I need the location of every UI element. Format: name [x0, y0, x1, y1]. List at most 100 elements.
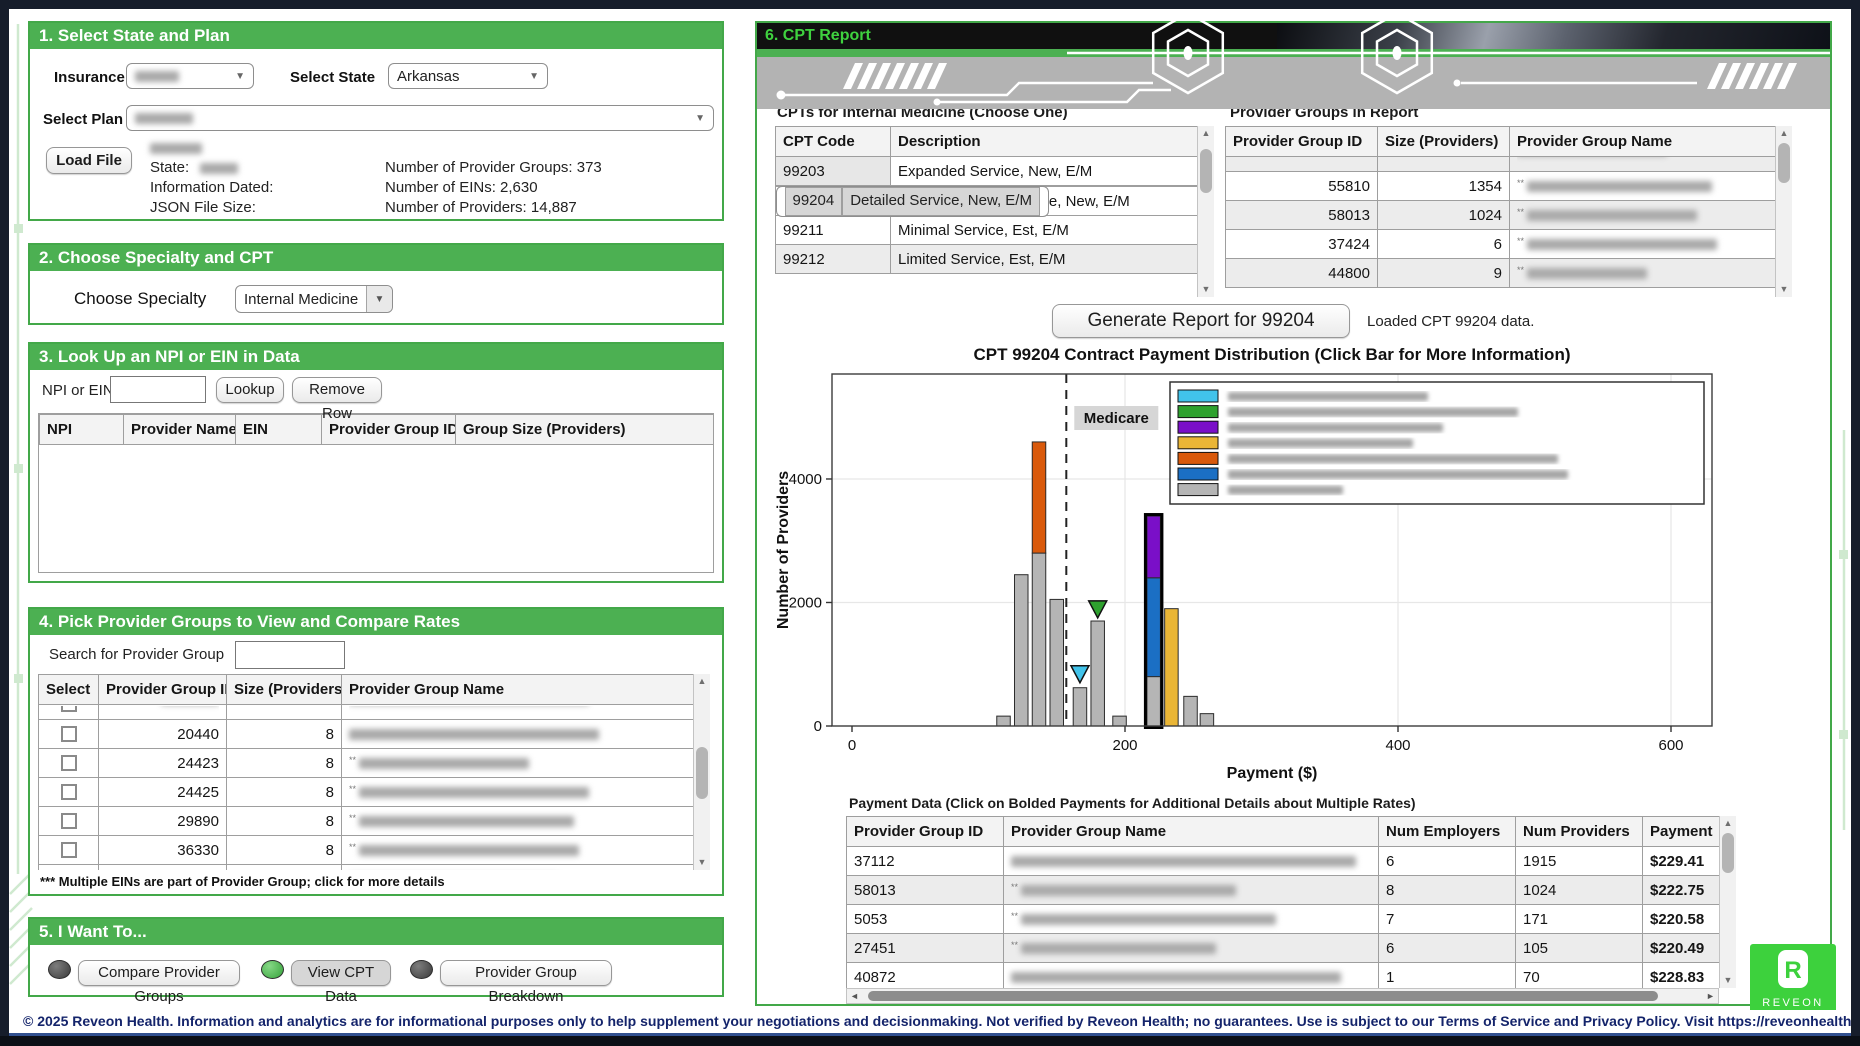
- plan-select[interactable]: ▼: [126, 105, 714, 131]
- cpt-row[interactable]: 99212Limited Service, Est, E/M: [776, 245, 1198, 274]
- histogram-bar-gray[interactable]: [1050, 599, 1064, 726]
- group-name-cell: [342, 720, 694, 749]
- state-select[interactable]: Arkansas ▼: [388, 63, 548, 89]
- scrollbar-vertical[interactable]: ▲ ▼: [1197, 126, 1214, 297]
- provider-group-row[interactable]: 448009**: [1226, 259, 1776, 288]
- num-provider-groups: Number of Provider Groups: 373: [385, 159, 602, 176]
- num-employers-cell: 8: [1379, 876, 1516, 905]
- histogram-bar-gray[interactable]: [1091, 621, 1105, 726]
- remove-row-button[interactable]: Remove Row: [292, 377, 382, 403]
- scroll-right-icon[interactable]: ►: [1703, 989, 1718, 1003]
- provider-groups-report-table: Provider Group ID Size (Providers) Provi…: [1225, 126, 1792, 297]
- scroll-up-icon[interactable]: ▲: [694, 674, 710, 689]
- loaded-cpt-status: Loaded CPT 99204 data.: [1367, 313, 1534, 330]
- payment-distribution-chart[interactable]: 0200400600020004000CPT 99204 Contract Pa…: [772, 348, 1757, 800]
- lookup-button[interactable]: Lookup: [216, 377, 284, 403]
- scrollbar-vertical[interactable]: ▲ ▼: [693, 674, 710, 870]
- group-name-cell: **: [342, 836, 694, 865]
- scroll-up-icon[interactable]: ▲: [1776, 126, 1792, 141]
- scroll-thumb[interactable]: [696, 747, 708, 799]
- payment-row[interactable]: 5053**7171$220.58: [847, 905, 1720, 934]
- payment-amount[interactable]: $220.49: [1650, 940, 1704, 957]
- scroll-up-icon[interactable]: ▲: [1720, 816, 1736, 831]
- redacted-text: [359, 816, 574, 827]
- num-providers-cell: 1024: [1516, 876, 1643, 905]
- histogram-bar-gray[interactable]: [1184, 696, 1198, 726]
- provider-group-row[interactable]: [39, 865, 694, 871]
- specialty-select[interactable]: Internal Medicine ▼: [235, 285, 393, 313]
- provider-group-row[interactable]: 298908**: [39, 807, 694, 836]
- payment-row[interactable]: 58013**81024$222.75: [847, 876, 1720, 905]
- load-file-button[interactable]: Load File: [46, 147, 132, 174]
- redacted-text: [1011, 972, 1341, 983]
- histogram-bar-gray[interactable]: [1113, 716, 1127, 726]
- provider-group-row[interactable]: 244238**: [39, 749, 694, 778]
- provider-group-row[interactable]: 558101354**: [1226, 172, 1776, 201]
- reveon-logo[interactable]: R REVEON: [1750, 944, 1836, 1014]
- select-checkbox[interactable]: [61, 813, 77, 829]
- scrollbar-vertical[interactable]: ▲ ▼: [1719, 816, 1736, 988]
- payment-row[interactable]: 27451**6105$220.49: [847, 934, 1720, 963]
- scrollbar-vertical[interactable]: ▲ ▼: [1775, 126, 1792, 297]
- histogram-bar-gray[interactable]: [1200, 714, 1214, 726]
- scroll-left-icon[interactable]: ◄: [847, 989, 862, 1003]
- provider-group-row[interactable]: 374246**: [1226, 230, 1776, 259]
- payment-amount[interactable]: $229.41: [1650, 853, 1704, 870]
- payment-amount[interactable]: $222.75: [1650, 882, 1704, 899]
- histogram-bar-orange[interactable]: [1032, 442, 1046, 553]
- histogram-bar-gray[interactable]: [1073, 688, 1087, 726]
- radio-compare-provider-groups[interactable]: [48, 960, 71, 979]
- cpt-row[interactable]: 99211Minimal Service, Est, E/M: [776, 216, 1198, 245]
- scroll-down-icon[interactable]: ▼: [1198, 282, 1214, 297]
- provider-group-breakdown-button[interactable]: Provider Group Breakdown: [440, 960, 612, 986]
- histogram-bar-gray[interactable]: [1015, 575, 1029, 726]
- histogram-bar-purple[interactable]: [1147, 516, 1161, 578]
- select-checkbox[interactable]: [61, 842, 77, 858]
- scroll-thumb[interactable]: [868, 991, 1658, 1001]
- payment-row[interactable]: 3711261915$229.41: [847, 847, 1720, 876]
- histogram-bar-gold[interactable]: [1165, 609, 1179, 726]
- cpt-row[interactable]: 99204Detailed Service, New, E/M: [776, 186, 1049, 217]
- group-id-cell: 37900: [1226, 157, 1378, 172]
- payment-row[interactable]: 40872170$228.83: [847, 963, 1720, 989]
- provider-group-row[interactable]: 363308**: [39, 836, 694, 865]
- radio-provider-group-breakdown[interactable]: [410, 960, 433, 979]
- select-checkbox[interactable]: [61, 726, 77, 742]
- scroll-down-icon[interactable]: ▼: [1720, 973, 1736, 988]
- group-size-cell: 1790: [1378, 157, 1510, 172]
- provider-group-row[interactable]: 379001790: [1226, 157, 1776, 172]
- group-size-cell: 8: [227, 778, 342, 807]
- histogram-bar-gray[interactable]: [997, 716, 1011, 726]
- radio-view-cpt-data[interactable]: [261, 960, 284, 979]
- search-provider-group-input[interactable]: [235, 641, 345, 669]
- histogram-bar-gray[interactable]: [1147, 677, 1161, 726]
- select-checkbox[interactable]: [61, 784, 77, 800]
- histogram-bar-gray[interactable]: [1032, 553, 1046, 726]
- scroll-thumb[interactable]: [1778, 143, 1790, 183]
- scroll-up-icon[interactable]: ▲: [1198, 126, 1214, 141]
- payment-cell: $228.83: [1643, 963, 1720, 989]
- scroll-thumb[interactable]: [1200, 149, 1212, 193]
- header-photo: [1277, 23, 1830, 49]
- provider-group-row[interactable]: 580131024**: [1226, 201, 1776, 230]
- payment-group-id-cell: 5053: [847, 905, 1004, 934]
- scroll-down-icon[interactable]: ▼: [1776, 282, 1792, 297]
- npi-ein-input[interactable]: [110, 376, 206, 403]
- scroll-down-icon[interactable]: ▼: [694, 855, 710, 870]
- scroll-thumb[interactable]: [1722, 833, 1734, 873]
- insurance-select[interactable]: ▼: [126, 63, 254, 89]
- provider-group-row[interactable]: 204408: [39, 720, 694, 749]
- scrollbar-horizontal[interactable]: ◄ ►: [846, 988, 1719, 1004]
- payment-amount[interactable]: $220.58: [1650, 911, 1704, 928]
- provider-group-row-partial[interactable]: [39, 705, 694, 720]
- view-cpt-data-button[interactable]: View CPT Data: [291, 960, 391, 986]
- compare-provider-groups-button[interactable]: Compare Provider Groups: [78, 960, 240, 986]
- provider-group-row[interactable]: 244258**: [39, 778, 694, 807]
- select-checkbox[interactable]: [61, 755, 77, 771]
- generate-report-button[interactable]: Generate Report for 99204: [1052, 304, 1350, 338]
- num-providers-cell: 1915: [1516, 847, 1643, 876]
- histogram-bar-blue[interactable]: [1147, 578, 1161, 677]
- col-provider-name: Provider Name: [124, 415, 236, 445]
- cpt-row[interactable]: 99203Expanded Service, New, E/M: [776, 157, 1198, 186]
- payment-amount[interactable]: $228.83: [1650, 969, 1704, 986]
